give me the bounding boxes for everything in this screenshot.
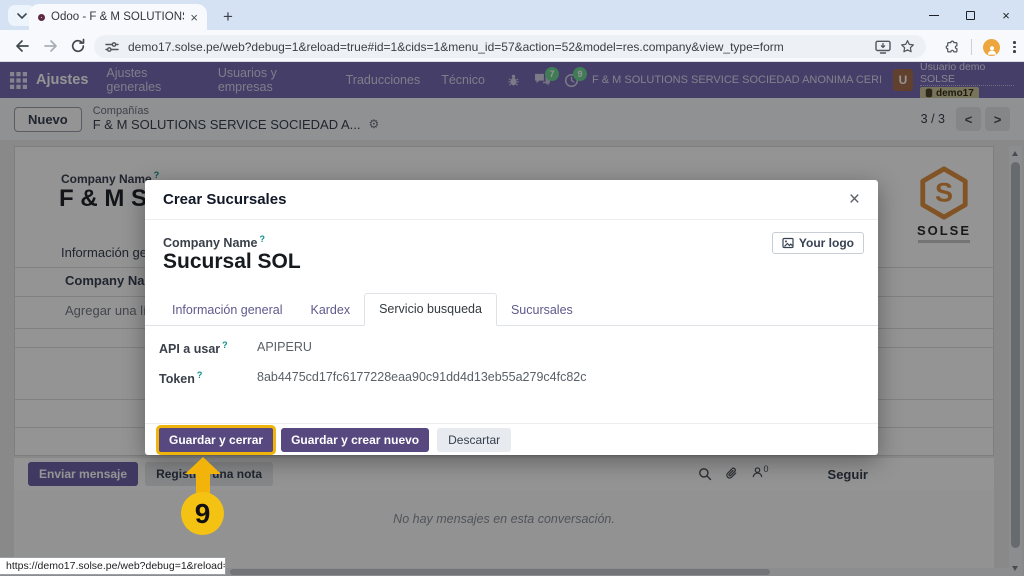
field-row-token: Token? 8ab4475cd17fc6177228eaa90c91dd4d1… <box>159 370 586 386</box>
api-field-value[interactable]: APIPERU <box>257 340 312 356</box>
back-button[interactable] <box>14 38 30 54</box>
modal-close-icon[interactable]: × <box>849 190 860 209</box>
site-settings-icon[interactable] <box>105 40 119 54</box>
modal-header: Crear Sucursales × <box>145 180 878 220</box>
annotation-step-badge: 9 <box>181 492 224 535</box>
api-field-label: API a usar? <box>159 340 257 356</box>
tab-sucursales[interactable]: Sucursales <box>497 295 587 326</box>
toolbar-right <box>945 32 1018 62</box>
status-bar-link: https://demo17.solse.pe/web?debug=1&relo… <box>0 557 226 575</box>
minimize-icon <box>929 15 939 16</box>
token-field-label: Token? <box>159 370 257 386</box>
save-and-close-button[interactable]: Guardar y cerrar <box>159 428 273 452</box>
profile-avatar[interactable] <box>983 39 1000 56</box>
tab-servicio-busqueda[interactable]: Servicio busqueda <box>364 293 497 326</box>
tab-close-icon[interactable]: × <box>190 11 198 24</box>
new-tab-button[interactable]: + <box>215 4 241 29</box>
window-controls: × <box>916 0 1024 30</box>
screen: Odoo - F & M SOLUTIONS SER × + × demo17.… <box>0 0 1024 576</box>
odoo-favicon-icon <box>38 14 45 21</box>
help-icon: ? <box>222 340 228 350</box>
extensions-icon[interactable] <box>945 40 960 55</box>
bookmark-star-icon[interactable] <box>900 39 915 54</box>
modal-company-name-label: Company Name? <box>163 234 265 250</box>
modal-tabs: Información general Kardex Servicio busq… <box>145 293 878 326</box>
tab-kardex[interactable]: Kardex <box>296 295 364 326</box>
field-row-api: API a usar? APIPERU <box>159 340 312 356</box>
save-and-new-button[interactable]: Guardar y crear nuevo <box>281 428 429 452</box>
browser-tab[interactable]: Odoo - F & M SOLUTIONS SER × <box>29 4 207 30</box>
tab-informacion-general[interactable]: Información general <box>158 295 296 326</box>
your-logo-button[interactable]: Your logo <box>772 232 864 254</box>
restore-button[interactable] <box>952 0 988 30</box>
chevron-down-icon <box>17 13 27 19</box>
modal-title: Crear Sucursales <box>163 191 286 208</box>
create-branch-modal: Crear Sucursales × Company Name? Sucursa… <box>145 180 878 455</box>
close-window-button[interactable]: × <box>988 0 1024 30</box>
toolbar-divider <box>971 39 972 55</box>
url-bar[interactable]: demo17.solse.pe/web?debug=1&reload=true#… <box>94 35 926 58</box>
modal-footer: Guardar y cerrar Guardar y crear nuevo D… <box>145 423 878 455</box>
reload-button[interactable] <box>70 38 86 54</box>
image-icon <box>782 237 794 249</box>
send-to-device-icon[interactable] <box>875 40 891 54</box>
browser-menu-icon[interactable] <box>1011 39 1018 55</box>
browser-titlebar: Odoo - F & M SOLUTIONS SER × + × <box>0 0 1024 30</box>
url-text[interactable]: demo17.solse.pe/web?debug=1&reload=true#… <box>128 40 866 54</box>
restore-icon <box>966 11 975 20</box>
minimize-button[interactable] <box>916 0 952 30</box>
discard-button[interactable]: Descartar <box>437 428 511 452</box>
forward-button[interactable] <box>43 38 59 54</box>
modal-company-name-value[interactable]: Sucursal SOL <box>163 250 301 274</box>
token-field-value[interactable]: 8ab4475cd17fc6177228eaa90c91dd4d13eb55a2… <box>257 370 586 386</box>
help-icon: ? <box>259 234 265 244</box>
help-icon: ? <box>197 370 203 380</box>
tab-title: Odoo - F & M SOLUTIONS SER <box>51 11 184 23</box>
